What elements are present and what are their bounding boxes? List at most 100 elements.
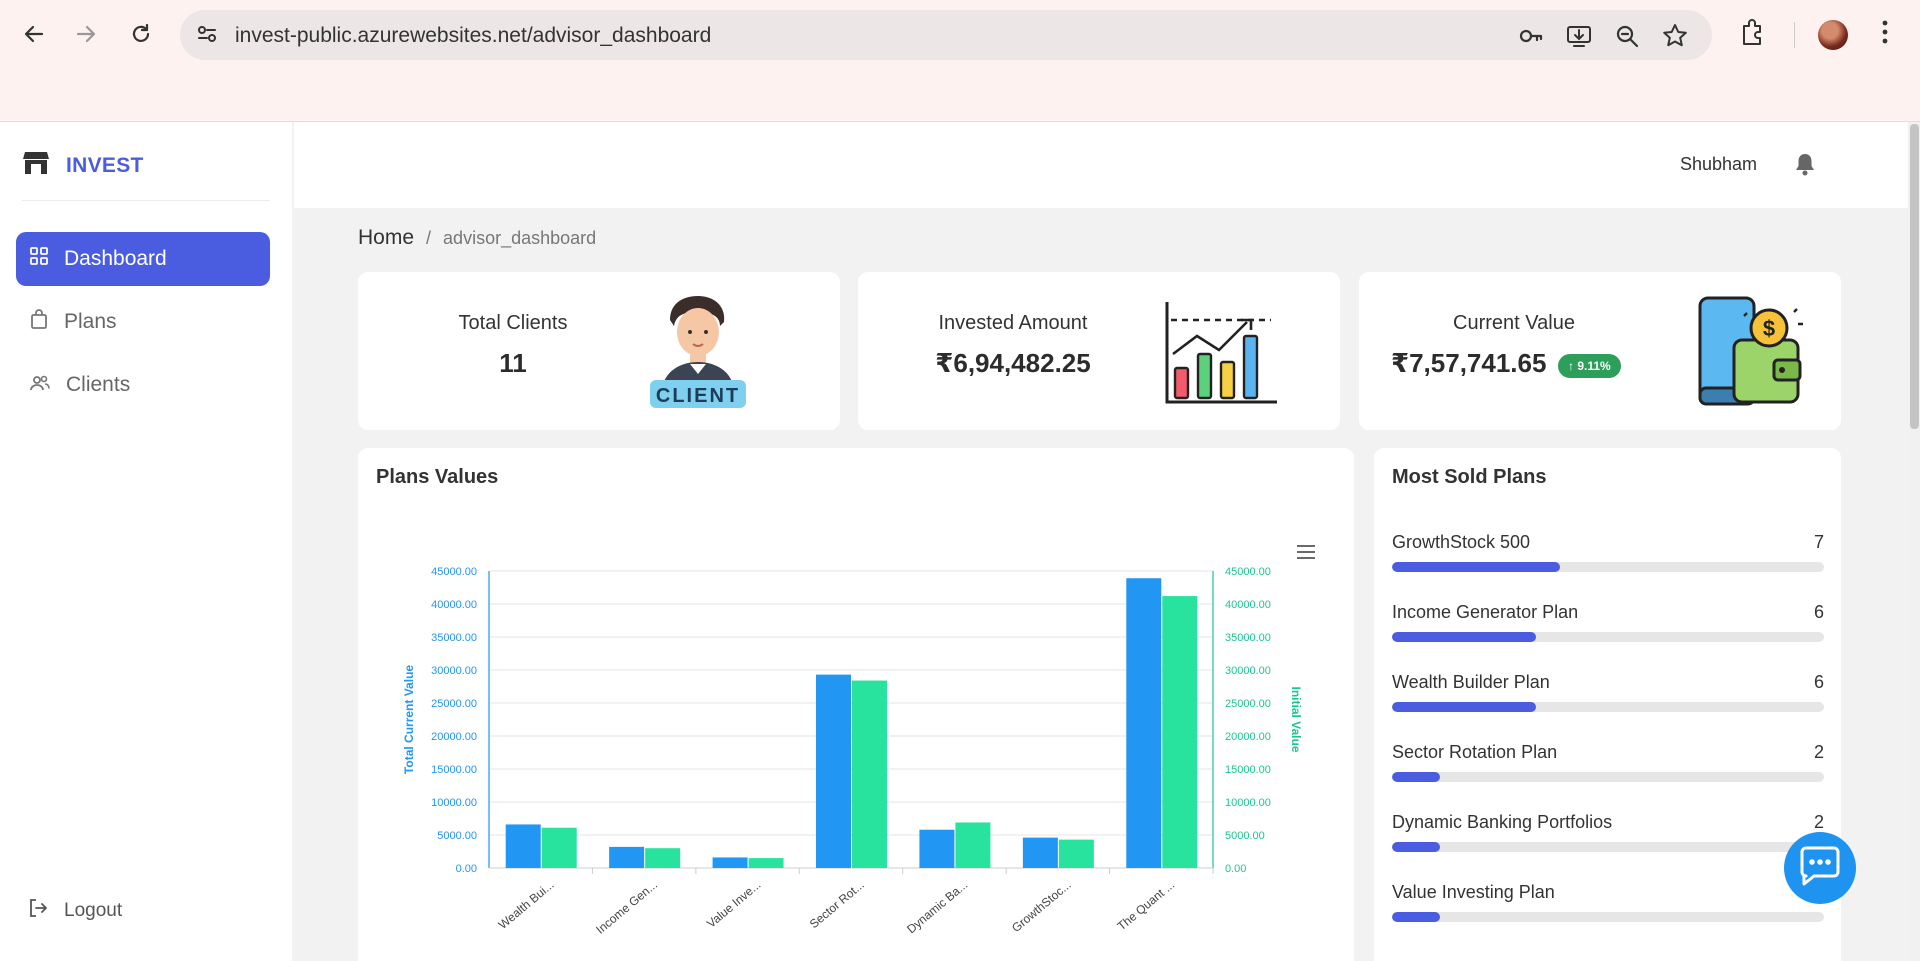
plan-row: Value Investing Plan [1392, 882, 1824, 922]
extensions-icon[interactable] [1740, 18, 1766, 51]
plan-progress-fill [1392, 632, 1536, 642]
plan-progress-track [1392, 632, 1824, 642]
url-text[interactable]: invest-public.azurewebsites.net/advisor_… [235, 24, 711, 48]
y-tick-label-left: 45000.00 [431, 566, 477, 578]
plans-values-panel: Plans Values 0.00 0.00 5000.00 5000.00 10000… [358, 448, 1354, 961]
y-tick-label-right: 0.00 [1225, 863, 1246, 875]
y-tick-label-left: 10000.00 [431, 797, 477, 809]
site-settings-icon[interactable] [196, 23, 218, 50]
svg-text:$: $ [1763, 316, 1775, 341]
bar-initial-value [1162, 596, 1198, 868]
plan-progress-fill [1392, 702, 1536, 712]
most-sold-title: Most Sold Plans [1392, 466, 1547, 488]
y-tick-label-right: 40000.00 [1225, 599, 1271, 611]
breadcrumb-home[interactable]: Home [358, 226, 414, 250]
x-tick-label: Dynamic Ba... [904, 878, 970, 937]
sidebar-item-dashboard[interactable]: Dashboard [16, 232, 270, 286]
chat-bubble-icon [1798, 846, 1842, 891]
brand-name: INVEST [66, 153, 144, 177]
plan-count: 2 [1813, 812, 1824, 832]
plan-progress-track [1392, 842, 1824, 852]
scrollbar-thumb[interactable] [1910, 124, 1919, 429]
plan-progress-track [1392, 702, 1824, 712]
bookmark-star-icon[interactable] [1662, 23, 1688, 49]
y-axis-title-right: Initial Value [1289, 686, 1303, 752]
page-scrollbar[interactable] [1908, 122, 1920, 961]
breadcrumb-separator: / [426, 227, 432, 248]
y-tick-label-left: 0.00 [456, 863, 477, 875]
brand-divider [22, 200, 270, 201]
profile-avatar[interactable] [1818, 20, 1848, 50]
plan-row: Income Generator Plan 6 [1392, 602, 1824, 642]
y-tick-label-right: 35000.00 [1225, 632, 1271, 644]
reload-icon[interactable] [125, 18, 157, 50]
logout-button[interactable]: Logout [28, 898, 122, 924]
bar-current-value [1022, 837, 1058, 868]
plan-progress-fill [1392, 842, 1440, 852]
logout-label: Logout [64, 900, 123, 921]
bell-icon[interactable] [1794, 152, 1816, 181]
bar-current-value [712, 857, 748, 868]
plan-name: Value Investing Plan [1392, 882, 1555, 902]
x-tick-label: Income Gen... [593, 878, 660, 937]
current-value-label: Current Value [1453, 312, 1575, 334]
bar-current-value [609, 846, 645, 868]
user-name[interactable]: Shubham [1680, 154, 1757, 175]
x-tick-label: Value Inve... [704, 878, 763, 931]
sidebar-item-clients[interactable]: Clients [16, 358, 270, 412]
y-tick-label-left: 40000.00 [431, 599, 477, 611]
y-tick-label-right: 25000.00 [1225, 698, 1271, 710]
invested-amount-value: ₹6,94,482.25 [935, 348, 1091, 378]
zoom-icon[interactable] [1614, 23, 1640, 49]
password-key-icon[interactable] [1518, 23, 1544, 49]
menu-kebab-icon[interactable] [1880, 18, 1890, 51]
sidebar: INVEST Dashboard Plans Clients Logout [0, 122, 292, 961]
y-tick-label-right: 30000.00 [1225, 665, 1271, 677]
plan-progress-fill [1392, 772, 1440, 782]
y-tick-label-left: 35000.00 [431, 632, 477, 644]
chat-button[interactable] [1784, 832, 1856, 904]
plan-row: Dynamic Banking Portfolios 2 [1392, 812, 1824, 852]
sidebar-item-label: Dashboard [64, 247, 167, 270]
x-tick-label: Sector Rot... [807, 878, 867, 932]
plan-count: 7 [1813, 532, 1824, 552]
back-icon[interactable] [18, 18, 50, 50]
total-clients-value: 11 [499, 348, 527, 378]
current-value-card: Current Value ₹7,57,741.65 ↑ 9.11% $ [1359, 272, 1841, 430]
install-app-icon[interactable] [1566, 23, 1592, 49]
y-tick-label-left: 30000.00 [431, 665, 477, 677]
breadcrumb: Home / advisor_dashboard [358, 226, 596, 250]
y-tick-label-left: 5000.00 [437, 830, 477, 842]
plans-values-chart: 0.00 0.00 5000.00 5000.00 10000.00 10000.00 15… [402, 566, 1303, 937]
client-image-text: CLIENT [656, 385, 740, 407]
plan-row: Sector Rotation Plan 2 [1392, 742, 1824, 782]
plan-row: Wealth Builder Plan 6 [1392, 672, 1824, 712]
y-tick-label-right: 15000.00 [1225, 764, 1271, 776]
plan-progress-track [1392, 772, 1824, 782]
plan-name: GrowthStock 500 [1392, 532, 1531, 552]
bar-initial-value [955, 822, 991, 868]
plan-progress-fill [1392, 562, 1560, 572]
bar-initial-value [748, 858, 784, 868]
plan-progress-track [1392, 562, 1824, 572]
y-tick-label-right: 20000.00 [1225, 731, 1271, 743]
users-icon [30, 373, 50, 397]
bar-initial-value [645, 848, 681, 868]
sidebar-item-plans[interactable]: Plans [16, 295, 270, 349]
toolbar-divider [1794, 22, 1795, 48]
x-tick-label: The Quant ... [1115, 878, 1178, 934]
forward-icon[interactable] [70, 18, 102, 50]
logout-icon [28, 898, 48, 924]
address-bar[interactable]: invest-public.azurewebsites.net/advisor_… [180, 10, 1712, 60]
plan-count: 2 [1813, 742, 1824, 762]
y-tick-label-left: 20000.00 [431, 731, 477, 743]
plan-progress-track [1392, 912, 1824, 922]
y-tick-label-right: 5000.00 [1225, 830, 1265, 842]
brand[interactable]: INVEST [22, 150, 144, 181]
plan-progress-fill [1392, 912, 1440, 922]
bar-current-value [505, 824, 541, 868]
bar-initial-value [852, 680, 887, 868]
browser-toolbar: invest-public.azurewebsites.net/advisor_… [0, 0, 1920, 122]
bag-icon [30, 309, 48, 335]
invested-amount-label: Invested Amount [938, 312, 1088, 334]
